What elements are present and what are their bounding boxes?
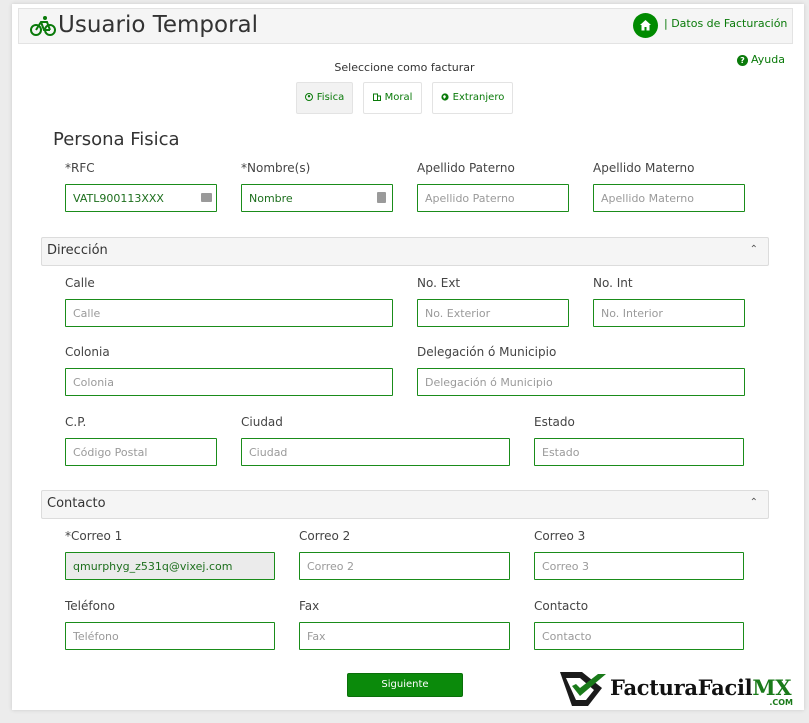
home-button[interactable] <box>633 13 658 38</box>
calle-label: Calle <box>65 276 95 290</box>
logo-text: FacturaFacil <box>610 675 753 700</box>
cp-input[interactable] <box>65 438 217 466</box>
logo-mark-icon <box>560 672 606 706</box>
apellido-materno-label: Apellido Materno <box>593 161 695 175</box>
globe-icon <box>441 93 449 101</box>
person-circle-icon <box>304 93 313 101</box>
correo1-input[interactable] <box>65 552 275 580</box>
no-int-label: No. Int <box>593 276 633 290</box>
ciudad-input[interactable] <box>241 438 510 466</box>
contacto-title: Contacto <box>47 496 106 511</box>
chevron-up-icon: ⌃ <box>749 244 758 255</box>
contacto-label: Contacto <box>534 599 589 613</box>
building-icon <box>372 93 381 101</box>
cp-label: C.P. <box>65 415 87 429</box>
id-card-icon <box>201 193 212 202</box>
estado-input[interactable] <box>534 438 744 466</box>
option-extranjero-label: Extranjero <box>452 92 505 103</box>
correo1-label: *Correo 1 <box>65 529 123 543</box>
option-moral[interactable]: Moral <box>363 82 422 114</box>
correo3-label: Correo 3 <box>534 529 586 543</box>
contacto-panel-header[interactable]: Contacto ⌃ <box>41 490 769 519</box>
telefono-input[interactable] <box>65 622 275 650</box>
logo-wordmark: FacturaFacilMX <box>610 675 792 700</box>
home-icon <box>640 20 651 31</box>
rfc-label: *RFC <box>65 161 95 175</box>
colonia-label: Colonia <box>65 345 110 359</box>
ciudad-label: Ciudad <box>241 415 283 429</box>
telefono-label: Teléfono <box>65 599 115 613</box>
estado-label: Estado <box>534 415 575 429</box>
no-int-input[interactable] <box>593 299 745 327</box>
correo3-input[interactable] <box>534 552 744 580</box>
option-extranjero[interactable]: Extranjero <box>432 82 513 114</box>
facturafacil-logo: FacturaFacilMX .COM <box>558 668 798 710</box>
contact-card-icon <box>377 192 386 203</box>
rfc-input[interactable] <box>65 184 217 212</box>
persona-section-title: Persona Fisica <box>53 129 180 150</box>
chevron-up-icon: ⌃ <box>749 497 758 508</box>
bicycle-icon <box>30 16 56 36</box>
option-fisica-label: Fisica <box>316 92 345 103</box>
billing-data-link[interactable]: | Datos de Facturación <box>664 17 787 30</box>
nombre-input[interactable] <box>241 184 393 212</box>
correo2-input[interactable] <box>299 552 510 580</box>
nombre-label: *Nombre(s) <box>241 161 311 175</box>
calle-input[interactable] <box>65 299 393 327</box>
logo-mx: MX <box>752 675 792 700</box>
fax-input[interactable] <box>299 622 510 650</box>
logo-domain: .COM <box>769 698 793 707</box>
option-fisica[interactable]: Fisica <box>296 82 353 114</box>
apellido-paterno-input[interactable] <box>417 184 569 212</box>
municipio-input[interactable] <box>417 368 745 396</box>
option-moral-label: Moral <box>384 92 413 103</box>
no-ext-label: No. Ext <box>417 276 461 290</box>
siguiente-button[interactable]: Siguiente <box>347 673 463 697</box>
municipio-label: Delegación ó Municipio <box>417 345 557 359</box>
fax-label: Fax <box>299 599 320 613</box>
colonia-input[interactable] <box>65 368 393 396</box>
invoice-type-prompt: Seleccione como facturar <box>334 61 475 74</box>
direccion-panel-header[interactable]: Dirección ⌃ <box>41 237 769 266</box>
contacto-input[interactable] <box>534 622 744 650</box>
correo2-label: Correo 2 <box>299 529 351 543</box>
apellido-paterno-label: Apellido Paterno <box>417 161 515 175</box>
no-ext-input[interactable] <box>417 299 569 327</box>
direccion-title: Dirección <box>47 243 108 258</box>
apellido-materno-input[interactable] <box>593 184 745 212</box>
app-title: Usuario Temporal <box>58 12 259 38</box>
app-header: Usuario Temporal | Datos de Facturación <box>18 8 793 44</box>
